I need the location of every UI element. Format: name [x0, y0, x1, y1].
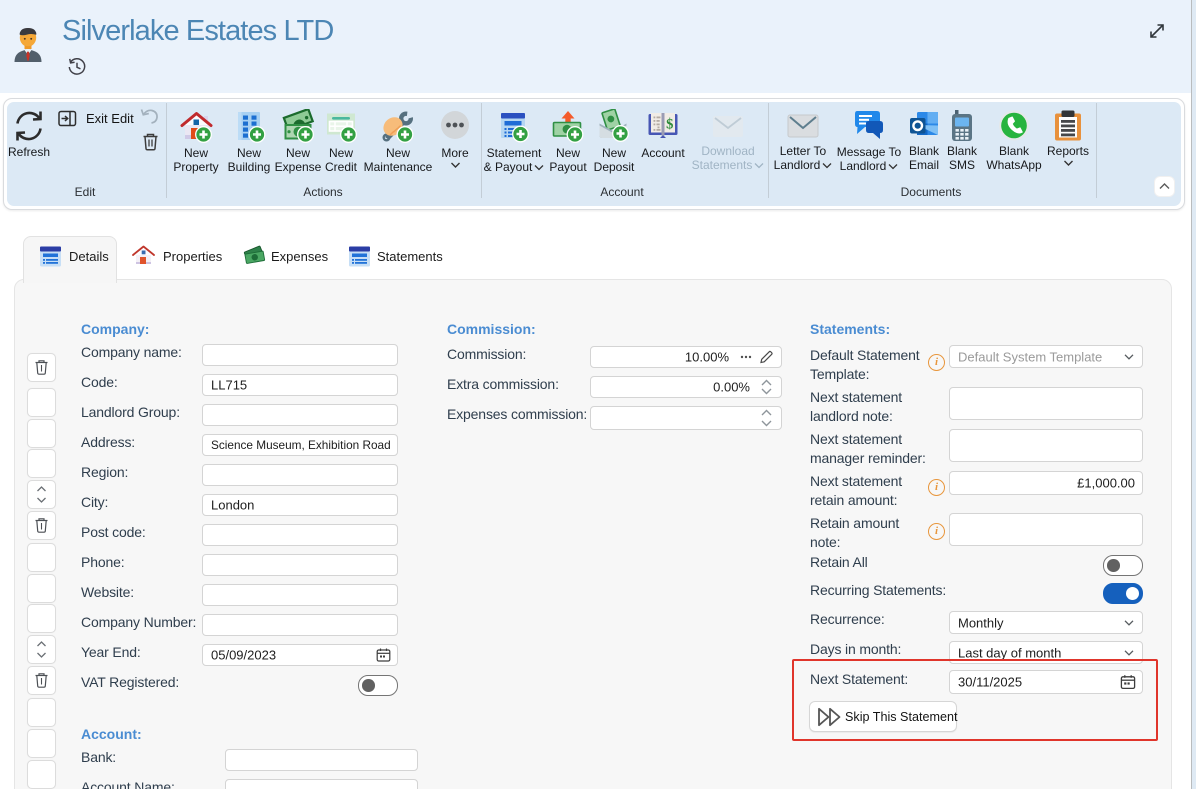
svg-text:$: $ — [666, 117, 673, 133]
